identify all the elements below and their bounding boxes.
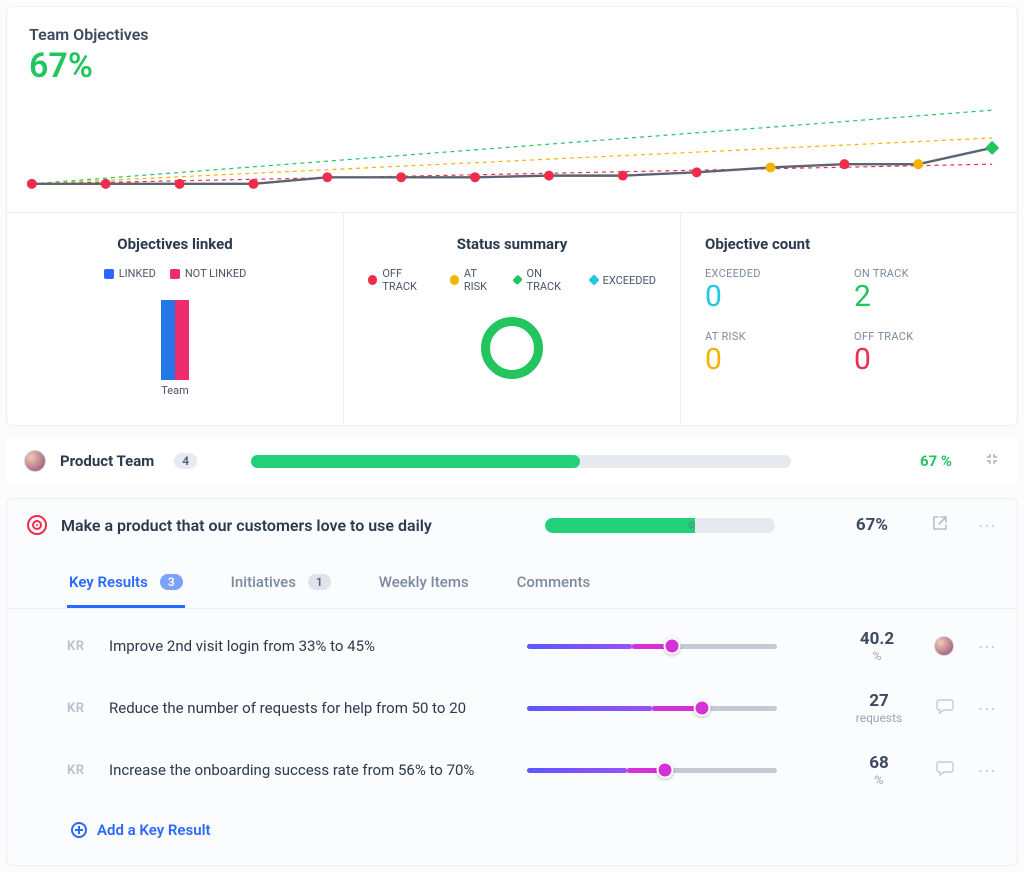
status-donut [481, 317, 543, 379]
objective-count-cell: Objective count EXCEEDED 0 ON TRACK 2 AT… [681, 213, 1017, 425]
kr-slider[interactable] [527, 635, 777, 657]
team-row[interactable]: Product Team 4 67 % [6, 438, 1018, 484]
plus-icon [71, 822, 87, 838]
kr-value: 68% [844, 753, 914, 787]
count-exceeded: EXCEEDED 0 [705, 267, 844, 312]
legend-linked: LINKED [104, 267, 156, 280]
count-ontrack: ON TRACK 2 [854, 267, 993, 312]
team-name: Product Team [60, 452, 154, 470]
objectives-linked-title: Objectives linked [31, 235, 319, 253]
kr-menu-icon[interactable]: ⋮ [976, 762, 997, 779]
summary-row: Objectives linked LINKED NOT LINKED Team… [7, 212, 1017, 425]
progress-face-icon: ☺ [683, 519, 701, 532]
kr-menu-icon[interactable]: ⋮ [976, 700, 997, 717]
objective-progress: ☺ [545, 518, 775, 533]
key-result-row[interactable]: KR Improve 2nd visit login from 33% to 45… [7, 615, 1017, 677]
key-result-row[interactable]: KR Increase the onboarding success rate f… [7, 739, 1017, 801]
kr-value: 40.2% [842, 629, 912, 663]
objective-percent: 67% [856, 515, 888, 535]
key-result-list: KR Improve 2nd visit login from 33% to 45… [7, 609, 1017, 807]
progress-chart [17, 90, 1007, 200]
team-percent: 67 % [920, 452, 952, 470]
kr-value: 27requests [844, 691, 914, 725]
kr-tag: KR [67, 763, 91, 778]
team-avatar [24, 450, 46, 472]
kr-slider[interactable] [527, 759, 777, 781]
objectives-linked-cell: Objectives linked LINKED NOT LINKED Team [7, 213, 344, 425]
linked-bar-chart [31, 290, 319, 380]
tab-initiatives[interactable]: Initiatives 1 [229, 563, 333, 608]
assignee-avatar[interactable] [934, 636, 954, 656]
chart-title: Team Objectives [29, 25, 995, 44]
objective-count-title: Objective count [705, 235, 993, 253]
add-key-result-button[interactable]: Add a Key Result [7, 807, 1017, 857]
open-external-icon[interactable] [932, 515, 948, 535]
legend-on-track: ON TRACK [514, 267, 576, 293]
objective-header: Make a product that our customers love t… [7, 499, 1017, 551]
status-summary-title: Status summary [368, 235, 656, 253]
tab-weekly-items[interactable]: Weekly Items [377, 563, 471, 608]
linked-bar-axis-label: Team [31, 384, 319, 397]
kr-title: Improve 2nd visit login from 33% to 45% [109, 637, 509, 655]
legend-off-track: OFF TRACK [368, 267, 436, 293]
comment-icon[interactable] [936, 697, 954, 719]
count-atrisk: AT RISK 0 [705, 330, 844, 375]
kr-title: Increase the onboarding success rate fro… [109, 761, 509, 779]
kr-title: Reduce the number of requests for help f… [109, 699, 509, 717]
comment-icon[interactable] [936, 759, 954, 781]
team-progress-bar [251, 455, 791, 468]
tab-comments[interactable]: Comments [515, 563, 593, 608]
objective-tabs: Key Results 3 Initiatives 1 Weekly Items… [7, 563, 1017, 609]
chart-percent: 67% [29, 46, 995, 86]
kr-tag: KR [67, 701, 91, 716]
objective-card: Make a product that our customers love t… [6, 498, 1018, 866]
objective-title[interactable]: Make a product that our customers love t… [61, 516, 531, 535]
key-result-row[interactable]: KR Reduce the number of requests for help… [7, 677, 1017, 739]
legend-not-linked: NOT LINKED [170, 267, 246, 280]
team-objectives-card: Team Objectives 67% Objectives linked LI… [6, 6, 1018, 426]
count-offtrack: OFF TRACK 0 [854, 330, 993, 375]
tab-key-results[interactable]: Key Results 3 [67, 563, 185, 608]
kr-menu-icon[interactable]: ⋮ [976, 638, 997, 655]
kr-slider[interactable] [527, 697, 777, 719]
team-count-badge: 4 [174, 453, 197, 469]
status-summary-cell: Status summary OFF TRACK AT RISK ON TRAC… [344, 213, 681, 425]
objective-icon [27, 515, 47, 535]
kr-tag: KR [67, 639, 91, 654]
legend-at-risk: AT RISK [450, 267, 501, 293]
collapse-icon[interactable] [984, 451, 1000, 471]
legend-exceeded: EXCEEDED [590, 267, 656, 293]
objective-menu-icon[interactable]: ⋮ [976, 517, 997, 534]
